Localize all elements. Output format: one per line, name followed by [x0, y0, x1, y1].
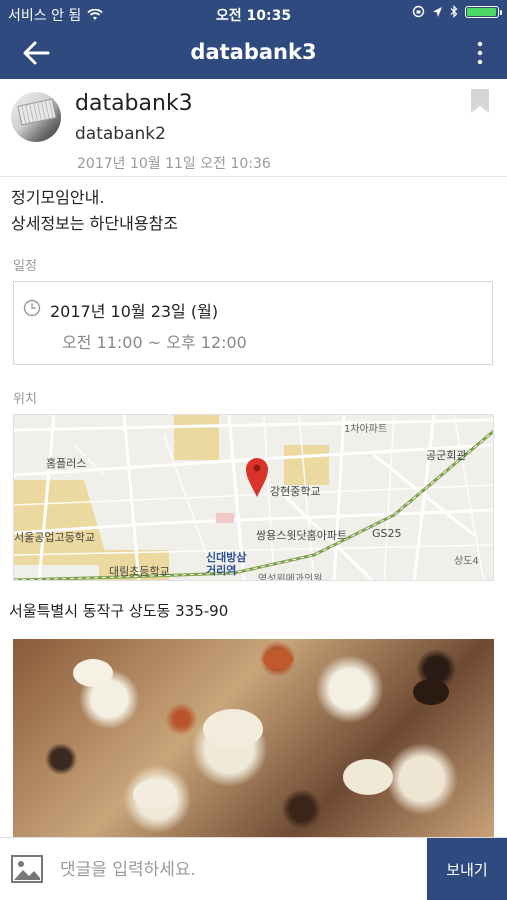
post-photo[interactable]: [13, 639, 494, 837]
image-icon[interactable]: [11, 855, 43, 883]
nav-bar: databank3: [0, 27, 507, 79]
location-map[interactable]: 홈플러스 서울공업고등학교 대림초등학교 신대방삼거리역 강현중학교 쌍용스윗닷…: [13, 414, 494, 581]
bluetooth-icon: [450, 5, 458, 18]
schedule-date: 2017년 10월 23일 (월): [50, 302, 219, 321]
map-label-gs25: GS25: [372, 527, 402, 540]
bookmark-icon[interactable]: [471, 89, 489, 113]
post-body-line-2: 상세정보는 하단내용참조: [11, 214, 179, 233]
comment-bar: 보내기: [0, 837, 507, 900]
more-vertical-icon[interactable]: [475, 39, 485, 67]
author-name[interactable]: databank3: [75, 91, 193, 116]
screen-lock-icon: [412, 5, 425, 18]
comment-input[interactable]: [58, 852, 422, 888]
status-right-icons: [412, 5, 502, 18]
address-text: 서울특별시 동작구 상도동 335-90: [9, 602, 229, 620]
location-label: 위치: [13, 392, 37, 407]
map-label-ganghyeon-middle: 강현중학교: [270, 485, 321, 498]
schedule-box: 2017년 10월 23일 (월) 오전 11:00 ~ 오후 12:00: [13, 281, 493, 365]
map-label-airforce-hall: 공군회관: [426, 449, 467, 462]
map-label-seoul-tech-high: 서울공업고등학교: [14, 531, 95, 544]
map-label-apartment-1: 1차아파트: [344, 424, 388, 435]
battery-fill: [467, 7, 496, 16]
map-label-daerim-elementary: 대림초등학교: [109, 565, 170, 578]
battery-icon: [465, 5, 502, 18]
schedule-label: 일정: [13, 259, 37, 274]
map-graphic: [14, 415, 493, 580]
avatar[interactable]: [11, 92, 61, 142]
map-label-sangdo4: 상도4: [454, 556, 479, 567]
send-button[interactable]: 보내기: [427, 838, 507, 900]
map-label-clinic: 영성위메과의원: [258, 574, 323, 581]
author-subtitle: databank2: [75, 124, 166, 144]
map-label-ssangyong-apt: 쌍용스윗닷홈아파트: [256, 529, 348, 542]
map-label-sindaebang-station: 신대방삼거리역: [206, 551, 247, 577]
photo-detail: [263, 649, 293, 669]
nav-title: databank3: [190, 40, 317, 64]
post-body-line-1: 정기모임안내.: [11, 188, 105, 207]
post-date: 2017년 10월 11일 오전 10:36: [77, 156, 271, 172]
clock-icon: [23, 299, 41, 317]
location-arrow-icon: [433, 6, 442, 17]
schedule-time: 오전 11:00 ~ 오후 12:00: [62, 333, 247, 352]
photo-detail: [133, 779, 177, 809]
map-label-homeplus: 홈플러스: [46, 457, 87, 470]
photo-detail: [203, 709, 263, 749]
post-body: 정기모임안내. 상세정보는 하단내용참조: [11, 185, 178, 237]
photo-detail: [343, 759, 393, 795]
photo-detail: [73, 659, 113, 687]
post-content: databank3 databank2 2017년 10월 11일 오전 10:…: [0, 79, 507, 837]
status-bar: 서비스 안 됨 오전 10:35: [0, 0, 507, 27]
divider: [0, 176, 507, 177]
photo-detail: [413, 679, 449, 705]
